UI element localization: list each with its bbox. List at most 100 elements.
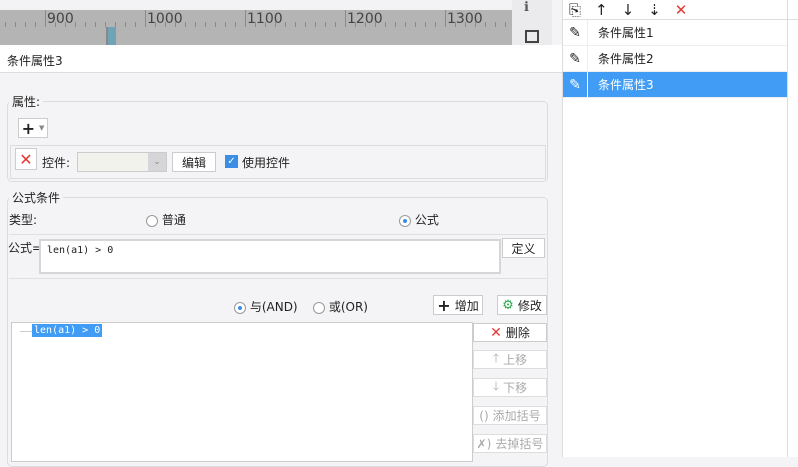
condition-list-item[interactable]: ✎ 条件属性1	[563, 20, 788, 46]
tree-item[interactable]: len(a1) > 0	[32, 324, 103, 337]
radio-label: 或(OR)	[328, 300, 368, 314]
use-control-checkbox[interactable]: ✓	[225, 155, 238, 168]
ruler-tick	[495, 22, 496, 27]
attributes-label: 属性:	[9, 93, 44, 110]
ruler-tick	[295, 22, 296, 27]
modify-condition-button[interactable]: ⚙ 修改	[497, 295, 547, 315]
ruler-tick	[135, 22, 136, 27]
gap	[552, 0, 562, 45]
copy-icon[interactable]: ⎘	[569, 1, 581, 19]
arrow-down-icon[interactable]: ↓	[622, 1, 635, 19]
define-button[interactable]: 定义	[502, 238, 545, 258]
item-label: 条件属性3	[598, 78, 654, 92]
ruler-top-strip	[0, 0, 512, 10]
type-formula-radio[interactable]: 公式	[399, 211, 439, 228]
ruler-tick	[75, 22, 76, 27]
close-icon: ✕	[19, 149, 33, 169]
ruler-tick	[225, 22, 226, 27]
ruler-tick	[375, 22, 376, 27]
ruler-tick	[435, 22, 436, 27]
tree-line	[20, 331, 32, 332]
remove-bracket-button[interactable]: ✗) 去掉括号	[473, 434, 547, 453]
ruler-tick	[145, 10, 146, 27]
item-label: 条件属性1	[598, 26, 654, 40]
move-down-button[interactable]: 🡓 下移	[473, 378, 547, 397]
radio-icon	[313, 301, 325, 314]
ruler-tick	[155, 22, 156, 27]
add-bracket-button[interactable]: () 添加括号	[473, 406, 547, 425]
ruler-tick	[335, 22, 336, 27]
ruler-tick	[125, 22, 126, 27]
divider	[9, 234, 546, 235]
ruler-tick	[85, 22, 86, 27]
ruler-tick	[505, 22, 506, 27]
ruler-tick	[95, 22, 96, 27]
arrow-up-icon[interactable]: ↑	[595, 1, 608, 19]
remove-bracket-icon: ✗)	[476, 436, 492, 451]
radio-label: 普通	[161, 213, 186, 227]
ruler-tick	[305, 22, 306, 27]
move-bottom-icon[interactable]: ⇣	[648, 1, 661, 19]
add-condition-button[interactable]: + 增加	[433, 295, 483, 315]
or-radio[interactable]: 或(OR)	[313, 298, 368, 315]
ruler-tick	[245, 10, 246, 27]
condition-tree: len(a1) > 0	[11, 322, 473, 462]
ruler-tick	[395, 22, 396, 27]
formula-input[interactable]: len(a1) > 0	[39, 239, 501, 274]
chevron-down-icon: ⌄	[148, 153, 166, 171]
and-radio[interactable]: 与(AND)	[234, 298, 298, 315]
ruler-tick	[365, 22, 366, 27]
control-select[interactable]: ⌄	[77, 152, 167, 172]
item-label: 条件属性2	[598, 52, 654, 66]
radio-label: 公式	[414, 213, 439, 227]
ruler-tick	[205, 22, 206, 27]
side-toolbar: ℹ	[512, 0, 552, 45]
ruler-tick	[255, 22, 256, 27]
condition-list-item[interactable]: ✎ 条件属性3	[563, 72, 788, 98]
radio-icon	[234, 301, 246, 314]
close-icon: ✕	[490, 324, 502, 341]
ruler-tick	[355, 22, 356, 27]
arrow-down-icon: 🡓	[492, 379, 500, 393]
ruler-tick	[215, 22, 216, 27]
gear-icon: ⚙	[502, 297, 514, 313]
edit-button[interactable]: 编辑	[172, 152, 216, 172]
formula-condition-label: 公式条件	[9, 189, 64, 206]
type-normal-radio[interactable]: 普通	[146, 211, 186, 228]
arrow-up-icon: 🡑	[492, 351, 500, 365]
close-icon[interactable]: ✕	[675, 1, 688, 19]
condition-list-item[interactable]: ✎ 条件属性2	[563, 46, 788, 72]
delete-button[interactable]: ✕ 删除	[473, 323, 547, 342]
ruler-tick	[25, 22, 26, 27]
ruler-tick	[325, 22, 326, 27]
ruler-tick	[185, 22, 186, 27]
remove-attribute-button[interactable]: ✕	[15, 148, 37, 170]
ruler-tick	[345, 10, 346, 27]
ruler-tick	[235, 22, 236, 27]
add-attribute-button[interactable]: + ▼	[18, 118, 48, 138]
ruler: 900 1000 1100 1200 1300	[0, 10, 512, 45]
ruler-position-marker[interactable]	[106, 27, 116, 45]
ruler-tick	[165, 22, 166, 27]
ruler-tick	[425, 22, 426, 27]
move-up-button[interactable]: 🡑 上移	[473, 350, 547, 369]
radio-icon	[146, 214, 158, 227]
ruler-tick	[465, 22, 466, 27]
radio-icon	[399, 214, 411, 227]
formula-label: 公式=	[8, 241, 43, 255]
square-icon[interactable]	[525, 30, 539, 43]
ruler-tick	[475, 22, 476, 27]
button-label: 增加	[454, 298, 479, 313]
ruler-tick	[45, 10, 46, 27]
panel-border	[787, 0, 788, 457]
pencil-icon: ✎	[563, 20, 588, 45]
button-label: 下移	[503, 381, 528, 395]
plus-icon: +	[437, 295, 451, 315]
divider	[9, 278, 546, 279]
ruler-tick	[385, 22, 386, 27]
ruler-tick	[315, 22, 316, 27]
button-label: 添加括号	[492, 409, 541, 423]
ruler-tick	[265, 22, 266, 27]
button-label: 去掉括号	[495, 437, 544, 451]
info-icon[interactable]: ℹ	[524, 0, 529, 15]
